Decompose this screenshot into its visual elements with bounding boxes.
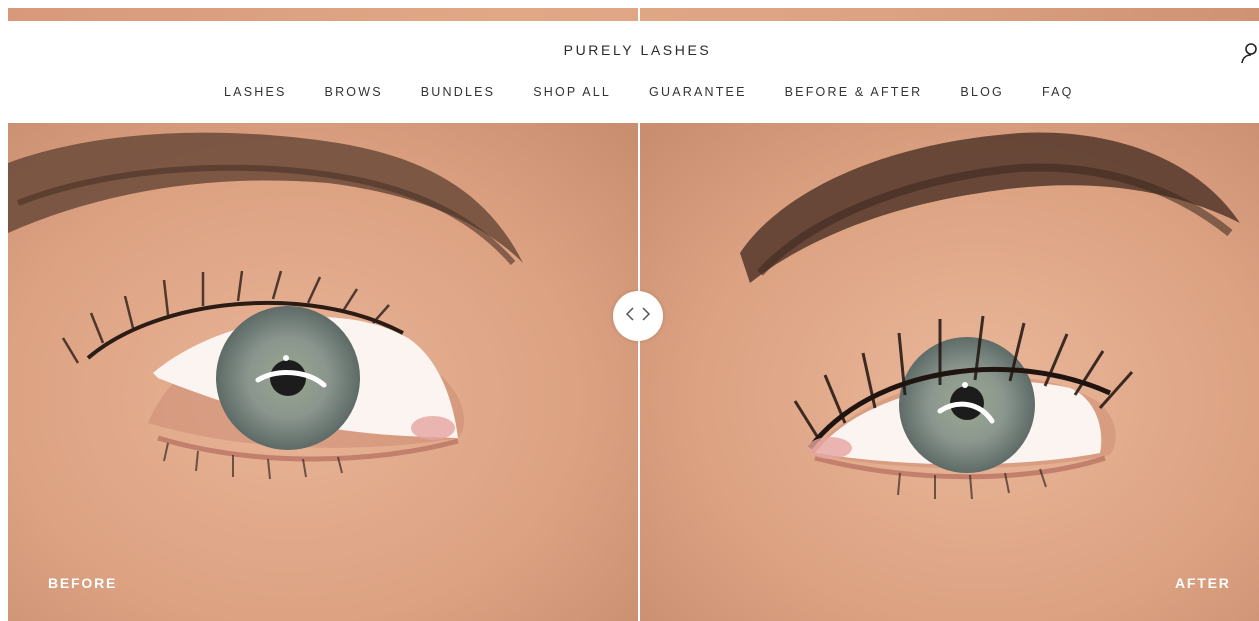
- slider-handle[interactable]: [613, 291, 663, 341]
- nav-item-brows[interactable]: BROWS: [325, 85, 383, 99]
- nav-item-bundles[interactable]: BUNDLES: [421, 85, 495, 99]
- before-image: [8, 123, 638, 621]
- nav-item-blog[interactable]: BLOG: [960, 85, 1004, 99]
- nav-item-guarantee[interactable]: GUARANTEE: [649, 85, 747, 99]
- nav-item-shop-all[interactable]: SHOP ALL: [533, 85, 611, 99]
- user-icon[interactable]: [1241, 42, 1259, 64]
- before-after-slider[interactable]: BEFORE AFTER: [8, 123, 1259, 621]
- previous-image-strip: [8, 8, 1259, 21]
- main-nav: LASHES BROWS BUNDLES SHOP ALL GUARANTEE …: [224, 85, 1112, 99]
- site-header: PURELY LASHES LASHES BROWS BUNDLES SHOP …: [0, 21, 1259, 123]
- comparison-divider[interactable]: [638, 123, 640, 621]
- nav-item-lashes[interactable]: LASHES: [224, 85, 287, 99]
- brand-logo[interactable]: PURELY LASHES: [0, 42, 1259, 58]
- after-label: AFTER: [1175, 575, 1231, 591]
- after-image: [640, 123, 1259, 621]
- nav-item-faq[interactable]: FAQ: [1042, 85, 1074, 99]
- chevron-left-right-icon: [625, 306, 651, 327]
- before-label: BEFORE: [48, 575, 118, 591]
- nav-item-before-after[interactable]: BEFORE & AFTER: [785, 85, 923, 99]
- strip-divider: [638, 8, 640, 21]
